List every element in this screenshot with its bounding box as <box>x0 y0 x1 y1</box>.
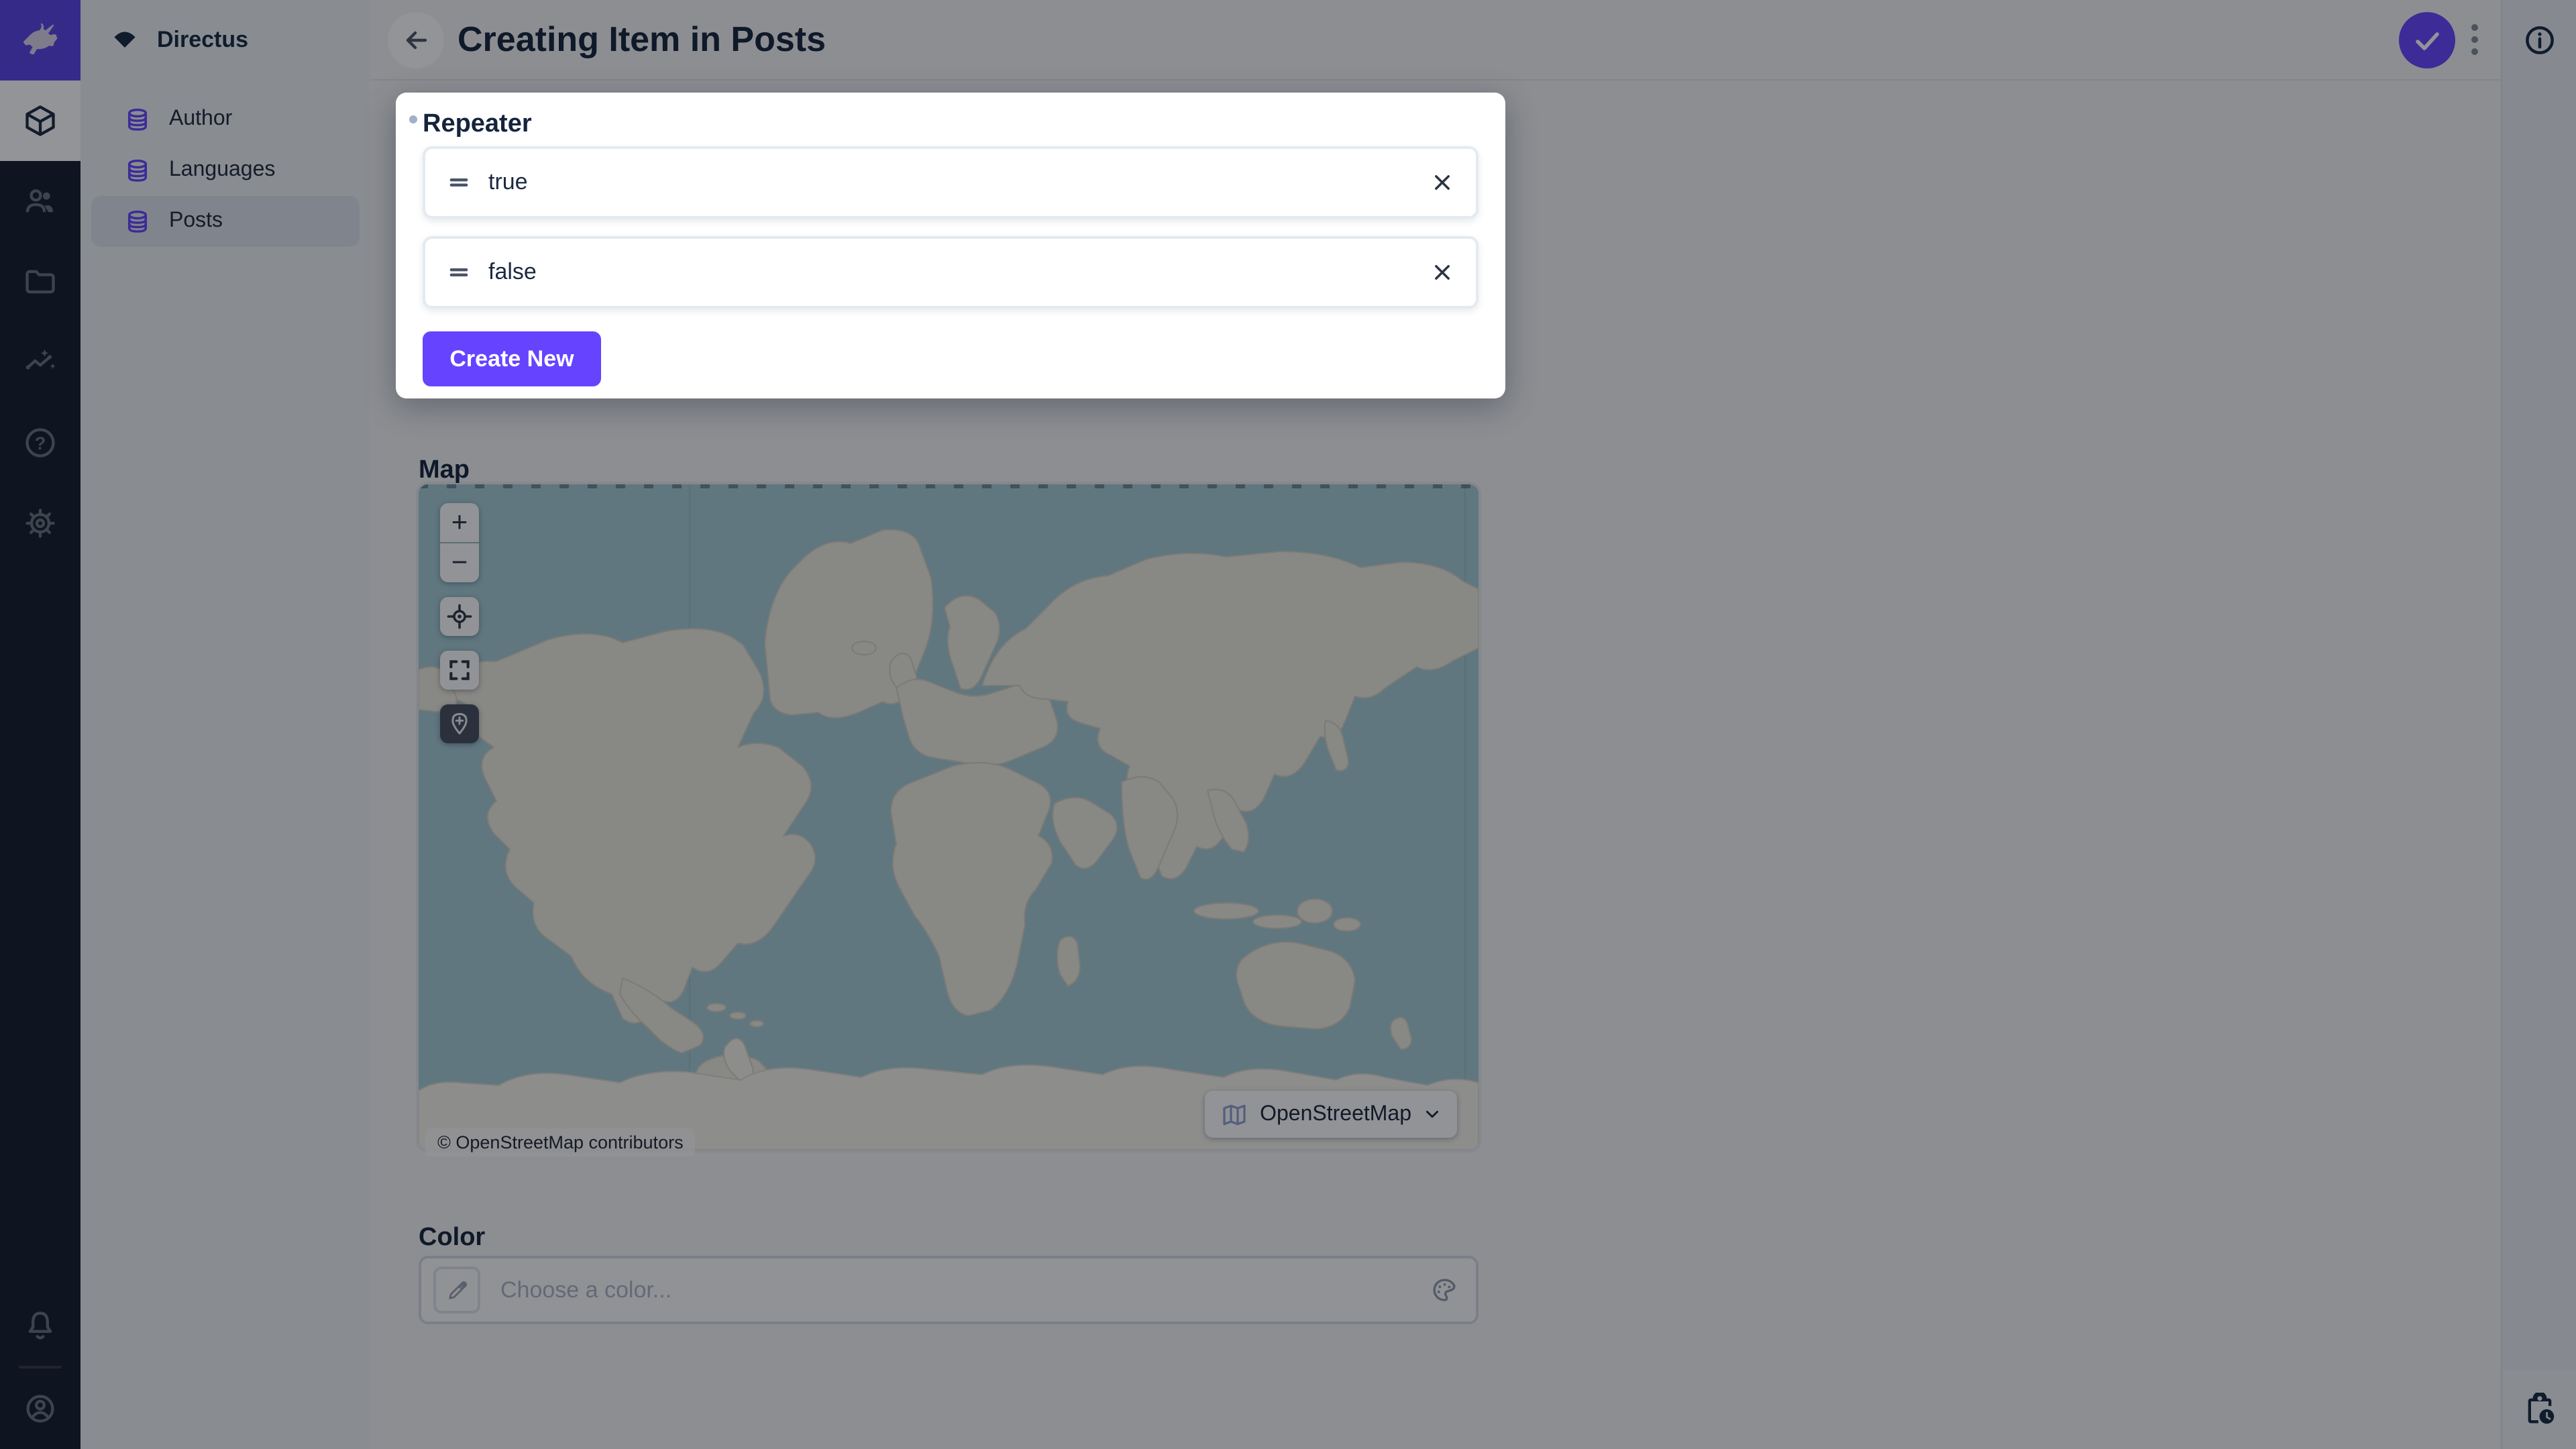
remove-item-button[interactable] <box>1429 169 1456 196</box>
drag-handle-icon[interactable] <box>445 259 472 286</box>
repeater-item-row[interactable]: true <box>423 146 1479 219</box>
drag-handle-icon[interactable] <box>445 169 472 196</box>
repeater-item-value: true <box>488 169 528 196</box>
repeater-item-row[interactable]: false <box>423 236 1479 309</box>
repeater-label-row: Repeater <box>409 110 532 140</box>
repeater-popup: Repeater true <box>396 93 1505 398</box>
remove-item-button[interactable] <box>1429 259 1456 286</box>
repeater-item-value: false <box>488 259 537 286</box>
repeater-field-label: Repeater <box>423 110 532 140</box>
create-new-button[interactable]: Create New <box>423 331 601 386</box>
edited-dot <box>409 115 417 123</box>
app: ? <box>0 0 2576 1449</box>
